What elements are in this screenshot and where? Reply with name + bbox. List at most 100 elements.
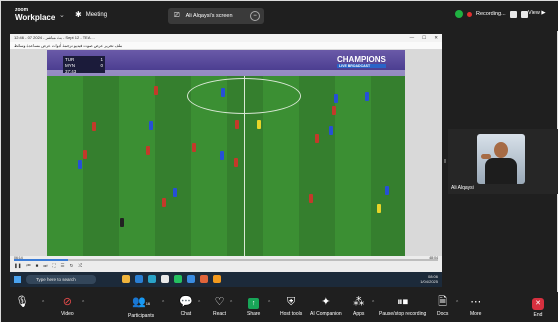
goalkeeper — [377, 204, 381, 213]
resize-grip-icon[interactable]: ‖ — [444, 159, 446, 165]
audio-button[interactable]: 🎙 — [15, 295, 29, 311]
heart-icon: ♡ — [214, 296, 225, 308]
player — [78, 160, 82, 169]
react-button[interactable]: ♡ React — [213, 295, 226, 317]
pause-stop-icon: ⏸⏹ — [397, 296, 409, 308]
participant-tile[interactable]: ‖ Ali Alqaysi — [444, 129, 558, 194]
player — [220, 151, 224, 160]
logo-chevron-down-icon[interactable]: ⌄ — [59, 11, 65, 19]
player-controls: 06:14 48:04 ❚❚ ⏮ ■ ⏭ ⛶ ☰ ↻ ⤮ — [10, 256, 442, 272]
loop-icon[interactable]: ↻ — [70, 263, 74, 269]
react-caret-icon[interactable]: ⌃ — [229, 300, 233, 306]
player — [192, 143, 196, 152]
screen-share-indicator[interactable]: ⎚ Ali Alqaysi's screen − — [168, 8, 264, 24]
player — [92, 122, 96, 131]
taskbar-search[interactable]: Type here to search — [26, 275, 96, 284]
edge-icon[interactable] — [148, 275, 156, 283]
firefox-icon[interactable] — [200, 275, 208, 283]
apps-caret-icon[interactable]: ⌃ — [371, 300, 375, 306]
recording-dot-icon — [467, 11, 472, 17]
player — [162, 198, 166, 207]
player — [83, 150, 87, 159]
top-bar: zoom Workplace ⌄ ✱ Meeting ⎚ Ali Alqaysi… — [1, 1, 558, 31]
player — [221, 88, 225, 97]
shield-icon: ⛨ — [286, 296, 296, 308]
end-button[interactable]: ✕ End — [532, 295, 544, 318]
video-off-icon: ⊘ — [62, 296, 72, 308]
participant-video — [477, 134, 525, 184]
close-icon[interactable]: ✕ — [434, 34, 438, 42]
docs-icon: 🗎 — [438, 296, 448, 308]
apps-button[interactable]: ⁂ Apps — [353, 295, 364, 317]
recording-status: Recording... — [455, 10, 528, 18]
view-button[interactable]: View ▶ — [528, 10, 546, 16]
participants-button[interactable]: 👥16 Participants — [128, 295, 154, 319]
seek-bar[interactable] — [14, 259, 438, 261]
pause-stop-recording-button[interactable]: ⏸⏹ Pause/stop recording — [379, 295, 426, 317]
next-icon[interactable]: ⏭ — [43, 263, 47, 269]
video-button[interactable]: ⊘ Video — [61, 295, 74, 317]
chrome-icon[interactable] — [161, 275, 169, 283]
pause-recording-icon[interactable] — [509, 10, 517, 18]
windows-taskbar: Type here to search 08:06 1/04/2025 — [10, 272, 442, 287]
broadcast-logo: CHAMPIONS LIVE BROADCAST — [337, 55, 386, 68]
vlc-icon[interactable] — [213, 275, 221, 283]
chat-caret-icon[interactable]: ⌃ — [197, 300, 201, 306]
minimize-icon[interactable]: — — [410, 34, 415, 42]
pitch — [47, 76, 405, 256]
player — [309, 194, 313, 203]
participants-caret-icon[interactable]: ⌃ — [161, 300, 165, 306]
meeting-info-icon: ✱ — [75, 10, 82, 19]
screen-share-icon: ⎚ — [174, 12, 180, 19]
more-icon: ⋯ — [470, 296, 482, 308]
chat-button[interactable]: 💬 Chat — [179, 295, 193, 317]
stop-icon[interactable]: ■ — [36, 263, 39, 269]
shared-screen: 12:46 - 07 بث مباشر - 2024 - Sept 12 - T… — [10, 34, 442, 287]
fullscreen-icon[interactable]: ⛶ — [52, 263, 55, 269]
share-options-icon[interactable]: − — [250, 11, 260, 21]
linesman — [120, 218, 124, 227]
zoom-app-icon[interactable] — [187, 275, 195, 283]
ai-companion-button[interactable]: ✦ AI Companion — [310, 295, 342, 317]
pause-icon[interactable]: ❚❚ — [14, 263, 22, 269]
maximize-icon[interactable]: ☐ — [422, 34, 426, 42]
apps-icon: ⁂ — [353, 296, 365, 308]
player — [315, 134, 319, 143]
player — [365, 92, 369, 101]
system-tray[interactable]: 08:06 1/04/2025 — [420, 274, 438, 284]
shuffle-icon[interactable]: ⤮ — [78, 263, 82, 269]
file-explorer-icon[interactable] — [122, 275, 130, 283]
end-meeting-icon: ✕ — [532, 298, 544, 310]
player — [385, 186, 389, 195]
audio-caret-icon[interactable]: ⌃ — [41, 300, 45, 306]
player — [329, 126, 333, 135]
host-tools-button[interactable]: ⛨ Host tools — [280, 295, 302, 317]
player — [154, 86, 158, 95]
meeting-info-button[interactable]: ✱ Meeting — [75, 10, 107, 19]
referee — [257, 120, 261, 129]
player — [234, 158, 238, 167]
center-circle — [187, 78, 301, 114]
scoreboard: TUR 1 MYN 0 37:43 — [63, 56, 105, 74]
more-button[interactable]: ⋯ More — [470, 295, 481, 317]
stop-recording-icon[interactable] — [520, 10, 528, 18]
playlist-icon[interactable]: ☰ — [61, 263, 65, 269]
chat-icon: 💬 — [179, 296, 193, 308]
avatar-icon: 🎙 — [15, 296, 29, 308]
previous-icon[interactable]: ⏮ — [27, 263, 31, 269]
participant-body — [485, 158, 517, 184]
security-shield-icon[interactable] — [455, 10, 463, 18]
screen-share-label: Ali Alqaysi's screen — [185, 13, 233, 19]
player — [332, 106, 336, 115]
docs-button[interactable]: 🗎 Docs — [437, 295, 448, 317]
taskbar-apps — [122, 275, 221, 283]
store-icon[interactable] — [135, 275, 143, 283]
whatsapp-icon[interactable] — [174, 275, 182, 283]
windows-start-icon[interactable] — [14, 276, 21, 283]
participant-head — [494, 142, 508, 158]
docs-caret-icon[interactable]: ⌃ — [455, 300, 459, 306]
share-caret-icon[interactable]: ⌃ — [267, 300, 271, 306]
video-caret-icon[interactable]: ⌃ — [81, 300, 85, 306]
share-button[interactable]: ↑ Share — [247, 295, 260, 317]
media-player-menu[interactable]: ملف تحرير عرض صوت فيديو ترجمة أدوات عرض … — [10, 42, 442, 49]
